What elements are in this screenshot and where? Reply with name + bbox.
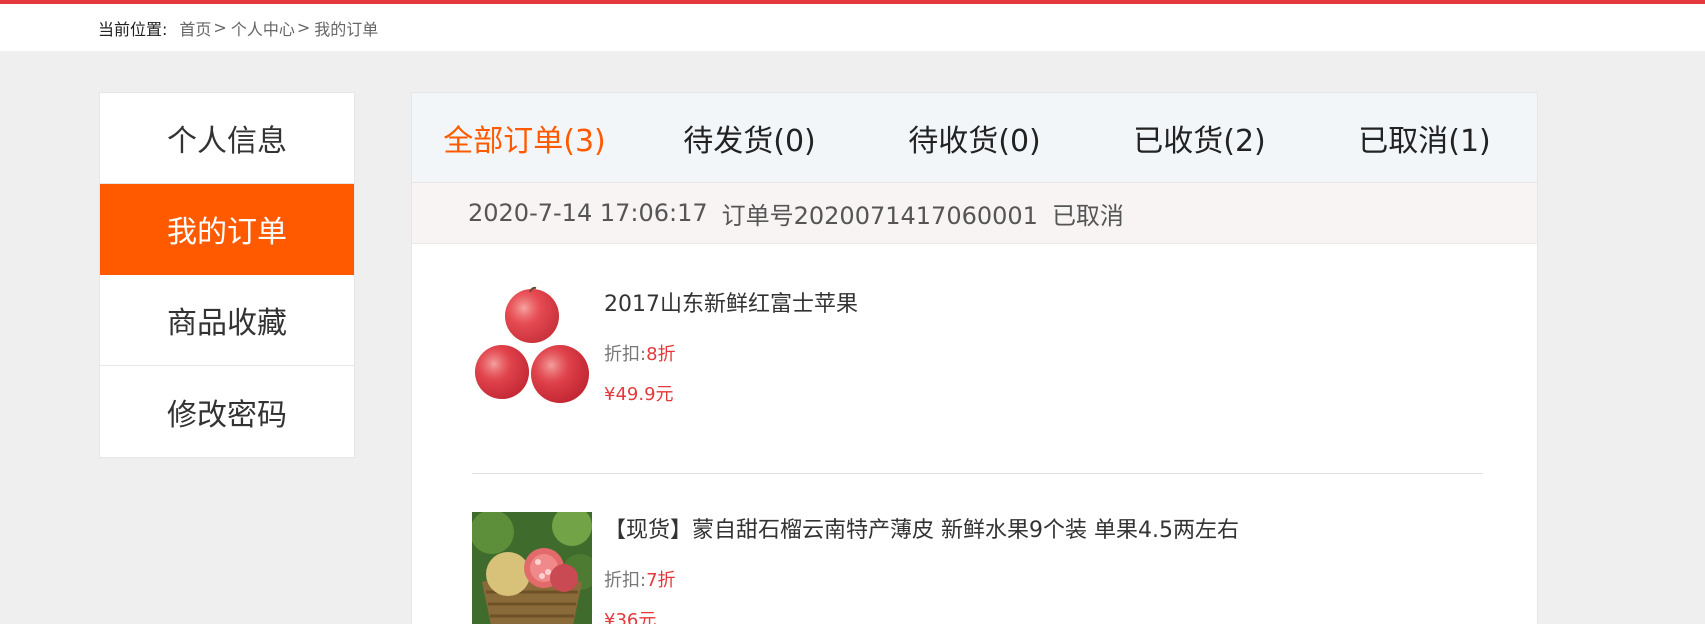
- product-title[interactable]: 2017山东新鲜红富士苹果: [604, 286, 858, 318]
- order-item-info: 【现货】蒙自甜石榴云南特产薄皮 新鲜水果9个装 单果4.5两左右 折扣:7折 ¥…: [604, 512, 1239, 624]
- order-item: 【现货】蒙自甜石榴云南特产薄皮 新鲜水果9个装 单果4.5两左右 折扣:7折 ¥…: [472, 473, 1483, 624]
- breadcrumb-bar: 当前位置: 首页 > 个人中心 > 我的订单: [0, 4, 1705, 51]
- discount: 折扣:8折: [604, 340, 858, 366]
- apple-photo[interactable]: [472, 286, 592, 406]
- order-datetime: 2020-7-14 17:06:17: [468, 199, 708, 227]
- order-status: 已取消: [1051, 201, 1124, 230]
- order-item: 2017山东新鲜红富士苹果 折扣:8折 ¥49.9元: [472, 286, 1483, 451]
- sidebar-item-favorites[interactable]: 商品收藏: [100, 275, 354, 366]
- pomegranate-photo[interactable]: [472, 512, 592, 624]
- breadcrumb-home[interactable]: 首页: [179, 16, 211, 40]
- breadcrumb-separator: >: [296, 18, 311, 37]
- tab-received[interactable]: 已收货(2): [1087, 116, 1312, 160]
- orders-panel: 全部订单(3) 待发货(0) 待收货(0) 已收货(2) 已取消(1) 2020…: [411, 92, 1538, 624]
- breadcrumb-separator: >: [213, 18, 227, 37]
- order-number: 订单号2020071417060001: [721, 201, 1038, 230]
- product-title[interactable]: 【现货】蒙自甜石榴云南特产薄皮 新鲜水果9个装 单果4.5两左右: [604, 512, 1239, 544]
- tab-cancelled[interactable]: 已取消(1): [1312, 116, 1537, 160]
- account-sidebar: 个人信息 我的订单 商品收藏 修改密码: [99, 92, 355, 458]
- tab-all-orders[interactable]: 全部订单(3): [412, 116, 637, 160]
- order-header: 2020-7-14 17:06:17 订单号2020071417060001 已…: [412, 183, 1537, 244]
- discount-label: 折扣:: [604, 344, 647, 365]
- breadcrumb-label: 当前位置:: [98, 19, 168, 39]
- order-status-tabs: 全部订单(3) 待发货(0) 待收货(0) 已收货(2) 已取消(1): [412, 93, 1537, 183]
- order-item-info: 2017山东新鲜红富士苹果 折扣:8折 ¥49.9元: [604, 286, 858, 406]
- product-price: ¥36元: [604, 610, 657, 624]
- discount-value: 8折: [646, 344, 676, 365]
- product-price: ¥49.9元: [604, 384, 674, 405]
- discount-label: 折扣:: [604, 570, 647, 591]
- breadcrumb-personal-center[interactable]: 个人中心: [231, 16, 295, 40]
- tab-pending-receipt[interactable]: 待收货(0): [862, 116, 1087, 160]
- breadcrumb-my-orders: 我的订单: [314, 19, 379, 39]
- tab-pending-shipment[interactable]: 待发货(0): [637, 116, 862, 160]
- discount-value: 7折: [646, 570, 676, 591]
- sidebar-item-profile[interactable]: 个人信息: [100, 93, 354, 184]
- breadcrumb: 当前位置: 首页 > 个人中心 > 我的订单: [98, 4, 378, 51]
- sidebar-item-my-orders[interactable]: 我的订单: [100, 184, 354, 275]
- sidebar-item-change-password[interactable]: 修改密码: [100, 366, 354, 457]
- discount: 折扣:7折: [604, 566, 1239, 592]
